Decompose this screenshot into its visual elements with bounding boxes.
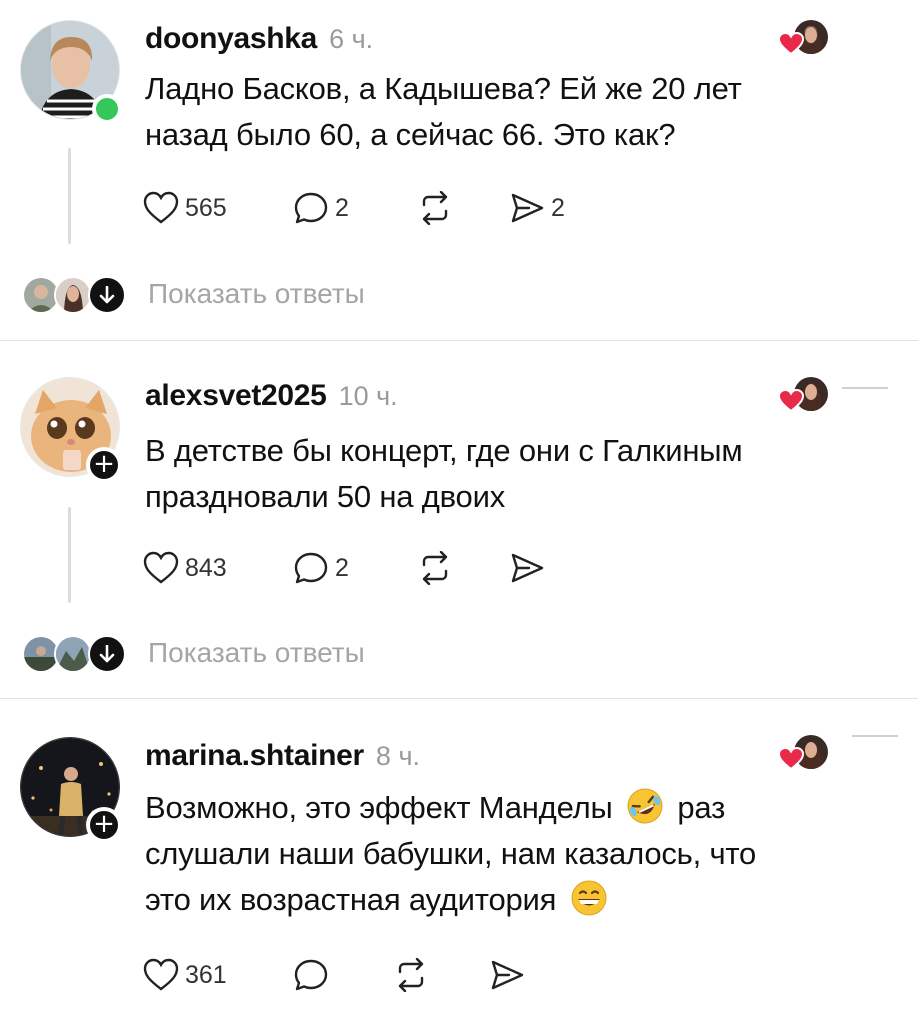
comment-post-3: + marina.shtainer 8 ч. Возможно, это эфф… <box>0 699 918 1024</box>
replier-avatar <box>54 635 92 673</box>
comment-button[interactable]: 2 <box>293 191 417 225</box>
heart-badge-icon <box>778 32 804 56</box>
action-bar: 843 2 <box>143 548 599 588</box>
post-text-segment: Возможно, это эффект Манделы <box>145 790 613 825</box>
show-replies-link[interactable]: Показать ответы <box>148 637 365 669</box>
repost-icon <box>422 551 448 585</box>
grin-emoji <box>571 880 607 916</box>
comment-count: 2 <box>335 553 349 582</box>
post-time: 8 ч. <box>375 741 421 771</box>
like-count: 565 <box>185 193 227 222</box>
post-text-segment: раз <box>677 790 726 825</box>
post-time: 10 ч. <box>338 381 398 411</box>
repost-icon <box>422 191 448 225</box>
post-time: 6 ч. <box>329 24 374 54</box>
show-replies-link[interactable]: Показать ответы <box>148 278 365 310</box>
username[interactable]: marina.shtainer <box>145 739 364 773</box>
repost-button[interactable] <box>417 191 509 225</box>
comment-icon <box>294 192 328 224</box>
rofl-emoji <box>627 788 663 824</box>
post-text-line: это их возрастная аудитория <box>145 877 875 923</box>
share-icon <box>491 960 524 990</box>
comment-button[interactable] <box>293 958 393 992</box>
username[interactable]: alexsvet2025 <box>145 379 327 413</box>
comment-button[interactable]: 2 <box>293 551 417 585</box>
author-liked-indicator[interactable] <box>778 733 834 773</box>
action-bar: 361 <box>143 955 549 995</box>
username[interactable]: doonyashka <box>145 22 317 56</box>
author-liked-indicator[interactable] <box>778 375 834 415</box>
share-button[interactable]: 2 <box>509 191 599 225</box>
post-text-segment: это их возрастная аудитория <box>145 882 557 917</box>
show-replies-row[interactable] <box>22 274 132 314</box>
share-button[interactable] <box>489 958 549 992</box>
show-replies-row[interactable] <box>22 633 132 673</box>
repost-button[interactable] <box>393 958 489 992</box>
post-text-line: Возможно, это эффект Манделы раз <box>145 785 875 831</box>
repost-button[interactable] <box>417 551 509 585</box>
share-icon <box>511 193 544 223</box>
like-button[interactable]: 361 <box>143 958 293 992</box>
arrow-down-icon <box>88 276 126 314</box>
heart-icon <box>143 958 179 991</box>
overflow-indicator <box>842 387 888 389</box>
post-text: Ладно Басков, а Кадышева? Ей же 20 лет н… <box>145 66 875 158</box>
post-text-line: Ладно Басков, а Кадышева? Ей же 20 лет <box>145 71 742 106</box>
heart-badge-icon <box>778 389 804 413</box>
replier-avatar <box>54 276 92 314</box>
overflow-indicator <box>852 735 898 737</box>
heart-icon <box>143 191 179 224</box>
repost-icon <box>398 958 424 992</box>
plus-icon: + <box>93 809 115 839</box>
plus-icon: + <box>93 449 115 479</box>
post-text: В детстве бы концерт, где они с Галкиным… <box>145 428 875 520</box>
follow-button[interactable]: + <box>86 447 122 483</box>
thread-line <box>68 507 71 603</box>
post-text-line: В детстве бы концерт, где они с Галкиным <box>145 433 743 468</box>
post-text-line: назад было 60, а сейчас 66. Это как? <box>145 117 676 152</box>
comment-post-1: doonyashka 6 ч. Ладно Басков, а Кадышева… <box>0 0 918 340</box>
share-icon <box>511 553 544 583</box>
like-button[interactable]: 843 <box>143 551 293 585</box>
action-bar: 565 2 2 <box>143 188 599 228</box>
heart-icon <box>143 551 179 584</box>
share-button[interactable] <box>509 551 599 585</box>
comment-icon <box>294 552 328 584</box>
like-count: 843 <box>185 553 227 582</box>
post-text: Возможно, это эффект Манделы раз слушали… <box>145 785 875 923</box>
thread-line <box>68 148 71 244</box>
replier-avatars <box>22 274 132 314</box>
like-button[interactable]: 565 <box>143 191 293 225</box>
comment-icon <box>294 959 328 991</box>
comment-post-2: + alexsvet2025 10 ч. В детстве бы концер… <box>0 341 918 698</box>
comment-count: 2 <box>335 193 349 222</box>
like-count: 361 <box>185 960 227 989</box>
share-count: 2 <box>551 193 565 222</box>
post-text-line: слушали наши бабушки, нам казалось, что <box>145 836 757 871</box>
online-status-dot <box>92 94 122 124</box>
author-liked-indicator[interactable] <box>778 18 834 58</box>
follow-button[interactable]: + <box>86 807 122 843</box>
replier-avatars <box>22 633 132 673</box>
heart-badge-icon <box>778 747 804 771</box>
post-text-line: праздновали 50 на двоих <box>145 479 506 514</box>
arrow-down-icon <box>88 635 126 673</box>
